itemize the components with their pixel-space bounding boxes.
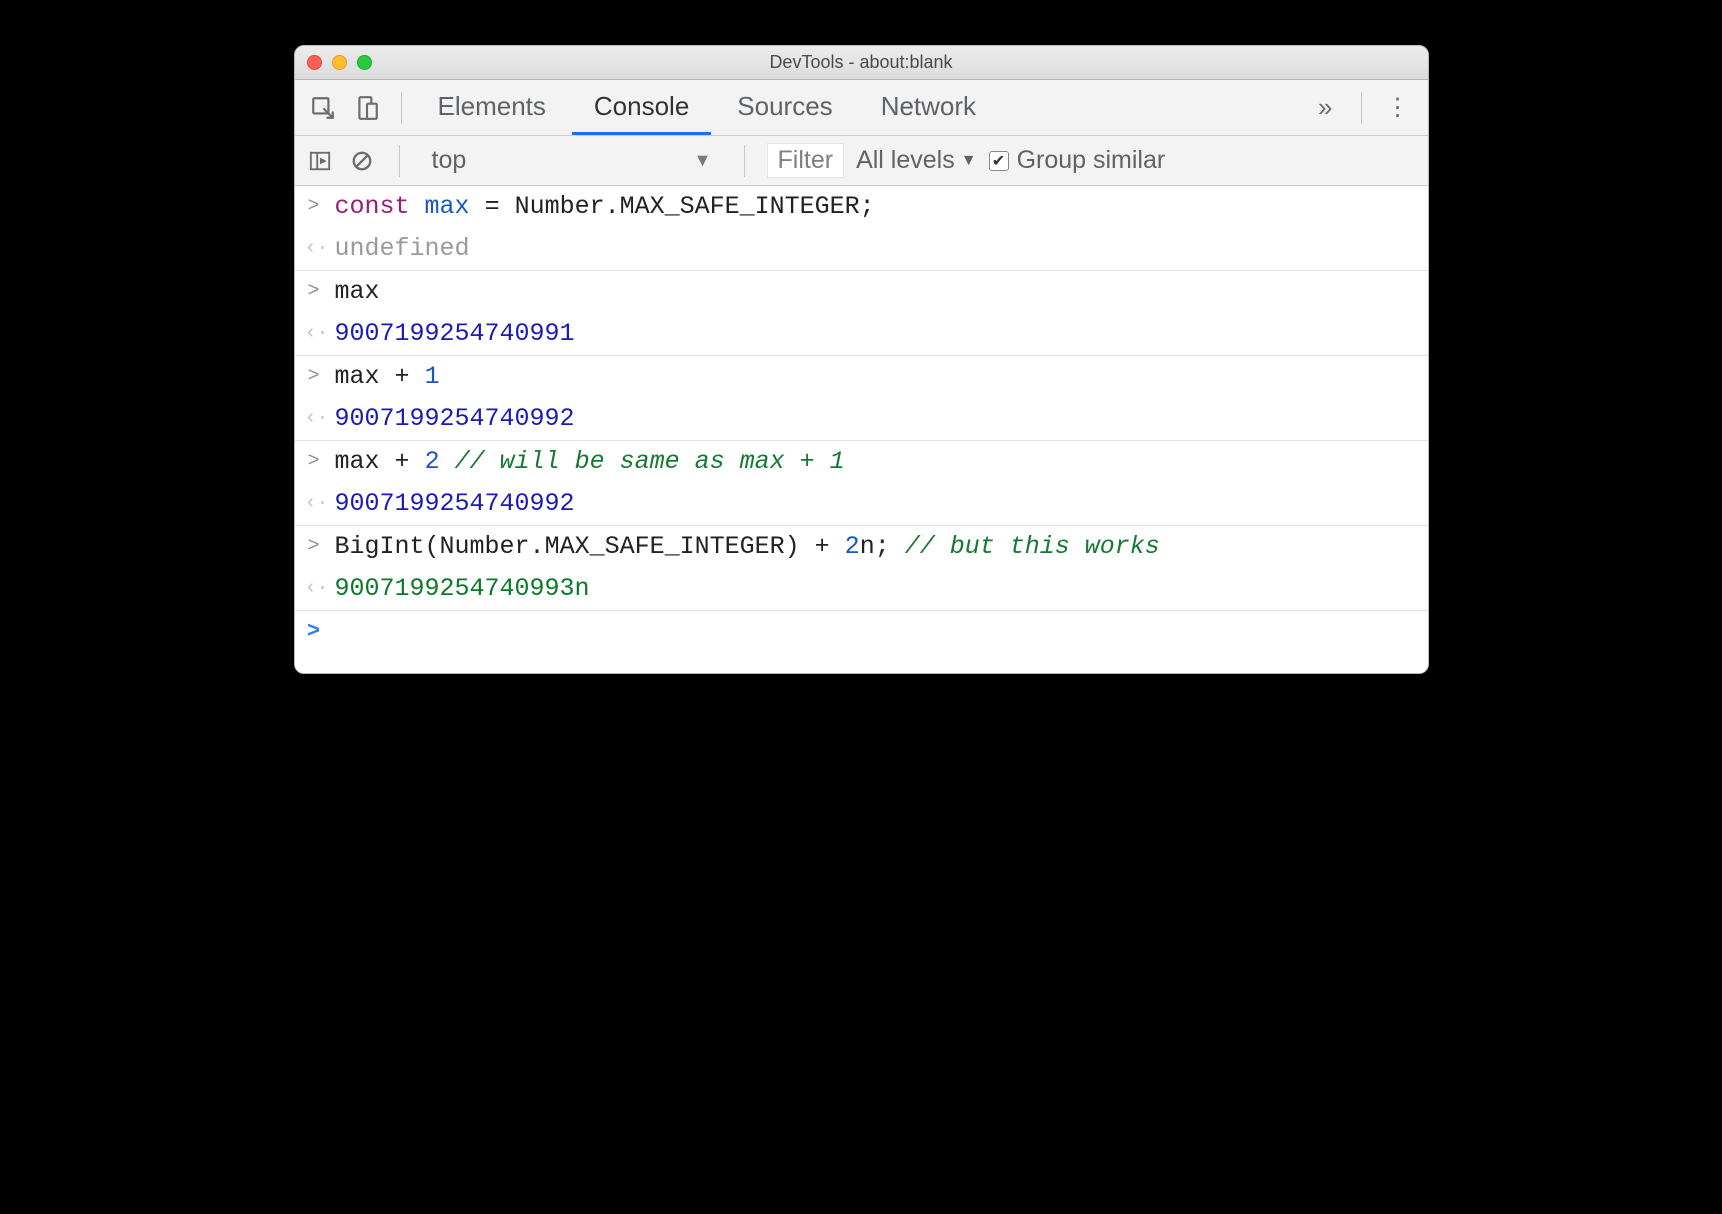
console-output-value: undefined [335,234,470,263]
console-input-code: const max = Number.MAX_SAFE_INTEGER; [335,192,875,221]
input-chevron-icon: > [305,447,323,477]
console-output: > const max = Number.MAX_SAFE_INTEGER; ‹· u… [295,186,1428,673]
console-output-value: 9007199254740993n [335,574,590,603]
clear-console-icon[interactable] [347,146,377,176]
prompt-chevron-icon: > [305,617,323,647]
log-level-selector[interactable]: All levels ▼ [856,146,977,175]
titlebar: DevTools - about:blank [295,46,1428,80]
tab-elements[interactable]: Elements [416,80,568,135]
console-output-row: ‹· 9007199254740992 [295,398,1428,440]
console-entry: > BigInt(Number.MAX_SAFE_INTEGER) + 2n; /… [295,526,1428,611]
console-output-row: ‹· 9007199254740991 [295,313,1428,355]
tab-console[interactable]: Console [572,80,711,135]
output-chevron-icon: ‹· [305,319,323,349]
device-toolbar-icon[interactable] [347,88,387,128]
output-chevron-icon: ‹· [305,489,323,519]
console-output-row: ‹· 9007199254740993n [295,568,1428,610]
console-entry: > max + 2 // will be same as max + 1 ‹· 900… [295,441,1428,526]
console-output-value: 9007199254740991 [335,319,575,348]
console-output-row: ‹· 9007199254740992 [295,483,1428,525]
console-output-value: 9007199254740992 [335,404,575,433]
dropdown-icon: ▼ [694,150,712,171]
toggle-sidebar-icon[interactable] [305,146,335,176]
input-chevron-icon: > [305,277,323,307]
console-entry: > max + 1 ‹· 9007199254740992 [295,356,1428,441]
console-output-value: 9007199254740992 [335,489,575,518]
separator [399,145,400,177]
console-prompt[interactable]: > [295,611,1428,673]
devtools-menu-icon[interactable]: ⋮ [1376,96,1420,120]
context-label: top [432,146,467,175]
console-input-code: max [335,277,380,306]
console-input-row: > max + 1 [295,356,1428,398]
checkbox-checked-icon: ✔ [989,151,1009,171]
inspect-element-icon[interactable] [303,88,343,128]
output-chevron-icon: ‹· [305,404,323,434]
separator [1361,92,1362,124]
output-chevron-icon: ‹· [305,234,323,264]
console-input-code: BigInt(Number.MAX_SAFE_INTEGER) + 2n; //… [335,532,1160,561]
console-input-row: > BigInt(Number.MAX_SAFE_INTEGER) + 2n; /… [295,526,1428,568]
devtools-tabbar: Elements Console Sources Network » ⋮ [295,80,1428,136]
console-input-row: > max [295,271,1428,313]
separator [401,92,402,124]
window-title: DevTools - about:blank [295,52,1428,73]
output-chevron-icon: ‹· [305,574,323,604]
group-similar-toggle[interactable]: ✔ Group similar [989,146,1166,175]
console-input-code: max + 2 // will be same as max + 1 [335,447,845,476]
console-entry: > const max = Number.MAX_SAFE_INTEGER; ‹· u… [295,186,1428,271]
console-input-code: max + 1 [335,362,440,391]
tab-network[interactable]: Network [859,80,998,135]
input-chevron-icon: > [305,362,323,392]
devtools-window: DevTools - about:blank Elements Console … [294,45,1429,674]
tab-sources[interactable]: Sources [715,80,854,135]
console-output-row: ‹· undefined [295,228,1428,270]
input-chevron-icon: > [305,192,323,222]
console-toolbar: top ▼ Filter All levels ▼ ✔ Group simila… [295,136,1428,186]
input-chevron-icon: > [305,532,323,562]
more-tabs-icon[interactable]: » [1304,92,1346,123]
filter-input[interactable]: Filter [767,143,845,178]
console-entry: > max ‹· 9007199254740991 [295,271,1428,356]
console-input-row: > max + 2 // will be same as max + 1 [295,441,1428,483]
console-input-row: > const max = Number.MAX_SAFE_INTEGER; [295,186,1428,228]
dropdown-icon: ▼ [961,152,977,170]
separator [744,145,745,177]
context-selector[interactable]: top ▼ [422,146,722,175]
